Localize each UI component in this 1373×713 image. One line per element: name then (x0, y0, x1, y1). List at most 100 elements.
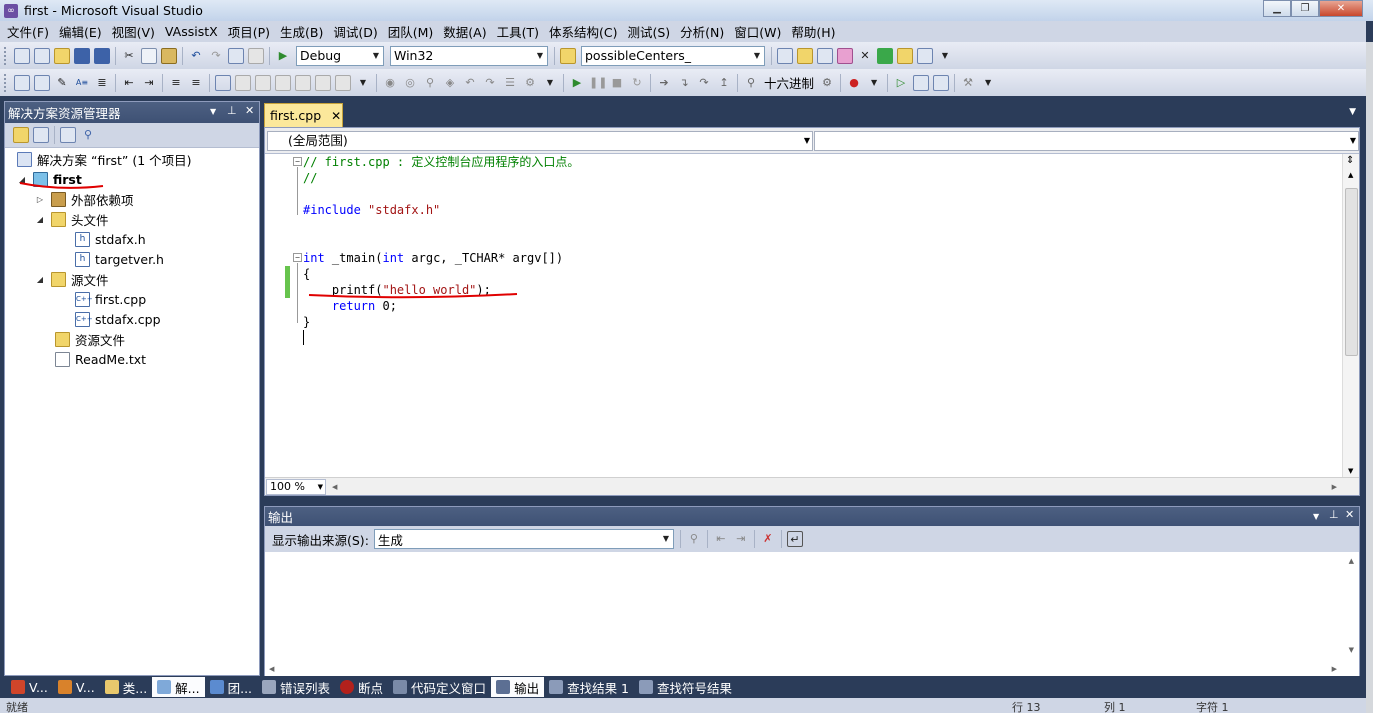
tree-external-dependencies[interactable]: ▷ 外部依赖项 (35, 189, 134, 209)
scroll-up-icon[interactable]: ▲ (1348, 171, 1353, 179)
command-window-icon[interactable] (917, 47, 933, 64)
step-out-icon[interactable]: ↥ (716, 75, 732, 91)
scroll-right-icon[interactable]: ▶ (1332, 483, 1337, 491)
toolbox-icon[interactable] (897, 47, 913, 64)
properties-icon[interactable] (13, 127, 29, 143)
quick-info-icon[interactable]: ✎ (54, 75, 70, 91)
display-object-member-list-icon[interactable] (14, 74, 30, 91)
open-file-icon[interactable] (54, 47, 70, 64)
tab-find-symbol-results[interactable]: 查找符号结果 (634, 677, 737, 697)
test-list-icon[interactable] (913, 74, 930, 91)
vassist-back-icon[interactable]: ↶ (462, 75, 478, 91)
scroll-right-icon[interactable]: ▶ (1332, 665, 1337, 673)
tree-source-files[interactable]: ◢ 源文件 (35, 269, 109, 289)
bookmark-toggle-icon[interactable] (215, 74, 231, 91)
auto-hide-pin-icon[interactable]: ⊥ (1329, 508, 1339, 521)
scroll-up-icon[interactable]: ▲ (1349, 557, 1354, 565)
copy-icon[interactable] (141, 47, 157, 64)
toolbar-grip[interactable] (4, 73, 8, 92)
menu-analyze[interactable]: 分析(N) (675, 22, 729, 41)
step-into-icon[interactable]: ↴ (676, 75, 692, 91)
vassist-list-icon[interactable]: ☰ (502, 75, 518, 91)
expand-toggle-icon[interactable]: ◢ (17, 175, 27, 184)
vassist-forward-icon[interactable]: ↷ (482, 75, 498, 91)
expand-toggle-icon[interactable]: ◢ (35, 275, 45, 284)
tab-vassistx-2[interactable]: V... (53, 677, 100, 697)
tree-stdafx-cpp[interactable]: C++ stdafx.cpp (75, 309, 161, 329)
stop-debugging-icon[interactable]: ■ (609, 75, 625, 91)
scroll-thumb[interactable] (1345, 188, 1358, 356)
undo-icon[interactable]: ↶ (188, 48, 204, 64)
vassist-open-icon[interactable]: ◈ (442, 75, 458, 91)
find-message-icon[interactable]: ⚲ (686, 531, 702, 547)
tree-readme[interactable]: ReadMe.txt (55, 349, 146, 369)
platform-combo[interactable]: Win32 ▼ (390, 45, 548, 66)
minimize-button[interactable]: ▁ (1263, 0, 1291, 17)
vassist-refactor-icon[interactable]: ◉ (382, 75, 398, 91)
hex-display-toggle[interactable]: 十六进制 (764, 73, 814, 92)
solution-explorer-icon[interactable] (797, 47, 813, 64)
show-threads-icon[interactable]: ⚙ (819, 75, 835, 91)
tab-team-explorer[interactable]: 团... (205, 677, 257, 697)
tab-solution-explorer[interactable]: 解... (152, 677, 205, 697)
find-in-files-icon[interactable] (560, 47, 576, 64)
close-button[interactable]: ✕ (1319, 0, 1363, 17)
complete-word-icon[interactable]: A≡ (74, 75, 90, 91)
menu-view[interactable]: 视图(V) (107, 22, 160, 41)
menu-window[interactable]: 窗口(W) (729, 22, 786, 41)
refresh-icon[interactable] (60, 127, 76, 143)
menu-help[interactable]: 帮助(H) (786, 22, 840, 41)
restart-icon[interactable]: ↻ (629, 75, 645, 91)
bookmark-next-icon[interactable] (255, 74, 271, 91)
vassist-options-icon[interactable]: ⚙ (522, 75, 538, 91)
output-source-combo[interactable]: 生成 ▼ (373, 529, 674, 549)
bookmark-next-folder-icon[interactable] (295, 74, 311, 91)
navigate-back-icon[interactable] (228, 47, 244, 64)
show-all-files-icon[interactable] (33, 127, 49, 143)
clear-bookmarks-icon[interactable] (335, 74, 351, 91)
increase-indent-icon[interactable]: ⇥ (141, 75, 157, 91)
toolbar-options-icon[interactable]: ▼ (866, 75, 882, 91)
output-text-area[interactable]: ▲ ▼ ◀ ▶ (265, 552, 1359, 676)
test-results-icon[interactable] (933, 74, 950, 91)
tab-class-view[interactable]: 类... (100, 677, 152, 697)
collapse-toggle-icon[interactable]: ▷ (35, 195, 45, 204)
bookmark-prev-icon[interactable] (235, 74, 251, 91)
tree-header-files[interactable]: ◢ 头文件 (35, 209, 109, 229)
paste-icon[interactable] (161, 47, 177, 64)
tree-stdafx-h[interactable]: h stdafx.h (75, 229, 146, 249)
tree-resource-files[interactable]: 资源文件 (55, 329, 125, 349)
cut-icon[interactable]: ✂ (121, 48, 137, 64)
decrease-indent-icon[interactable]: ⇤ (121, 75, 137, 91)
toolbar-options-icon[interactable]: ▼ (980, 75, 996, 91)
menu-edit[interactable]: 编辑(E) (54, 22, 107, 41)
tree-first-cpp[interactable]: C++ first.cpp (75, 289, 146, 309)
save-all-icon[interactable] (94, 47, 110, 64)
tools-icon[interactable]: ✕ (857, 48, 873, 64)
object-browser-icon[interactable] (837, 47, 853, 64)
collapse-region-icon[interactable]: − (293, 253, 302, 262)
window-position-icon[interactable]: ▼ (210, 107, 216, 116)
menu-team[interactable]: 团队(M) (383, 22, 439, 41)
editor-vertical-scrollbar[interactable]: ⇕ ▲ ▼ (1342, 154, 1359, 478)
menu-tools[interactable]: 工具(T) (492, 22, 544, 41)
tree-solution[interactable]: 解决方案 “first” (1 个项目) (17, 149, 192, 169)
tree-targetver-h[interactable]: h targetver.h (75, 249, 164, 269)
active-files-dropdown-icon[interactable]: ▼ (1349, 107, 1356, 117)
vassist-goto-icon[interactable]: ◎ (402, 75, 418, 91)
toolbar-options-icon[interactable]: ▼ (355, 75, 371, 91)
tab-code-definition[interactable]: 代码定义窗口 (388, 677, 491, 697)
tab-breakpoints[interactable]: 断点 (335, 677, 388, 697)
menu-test[interactable]: 测试(S) (622, 22, 675, 41)
scroll-down-icon[interactable]: ▼ (1348, 467, 1353, 475)
go-to-previous-message-icon[interactable]: ⇤ (713, 531, 729, 547)
breakpoints-icon[interactable]: ● (846, 75, 862, 91)
maximize-button[interactable]: ❐ (1291, 0, 1319, 17)
solution-config-combo[interactable]: Debug ▼ (296, 45, 384, 66)
code-text-area[interactable]: − − // first.cpp : 定义控制台应用程序的入口点。 // #in… (265, 154, 1341, 478)
menu-architecture[interactable]: 体系结构(C) (544, 22, 622, 41)
menu-project[interactable]: 项目(P) (223, 22, 275, 41)
scroll-left-icon[interactable]: ◀ (269, 665, 274, 673)
break-all-icon[interactable]: ❚❚ (589, 75, 607, 91)
uncomment-icon[interactable]: ≡ (188, 75, 204, 91)
